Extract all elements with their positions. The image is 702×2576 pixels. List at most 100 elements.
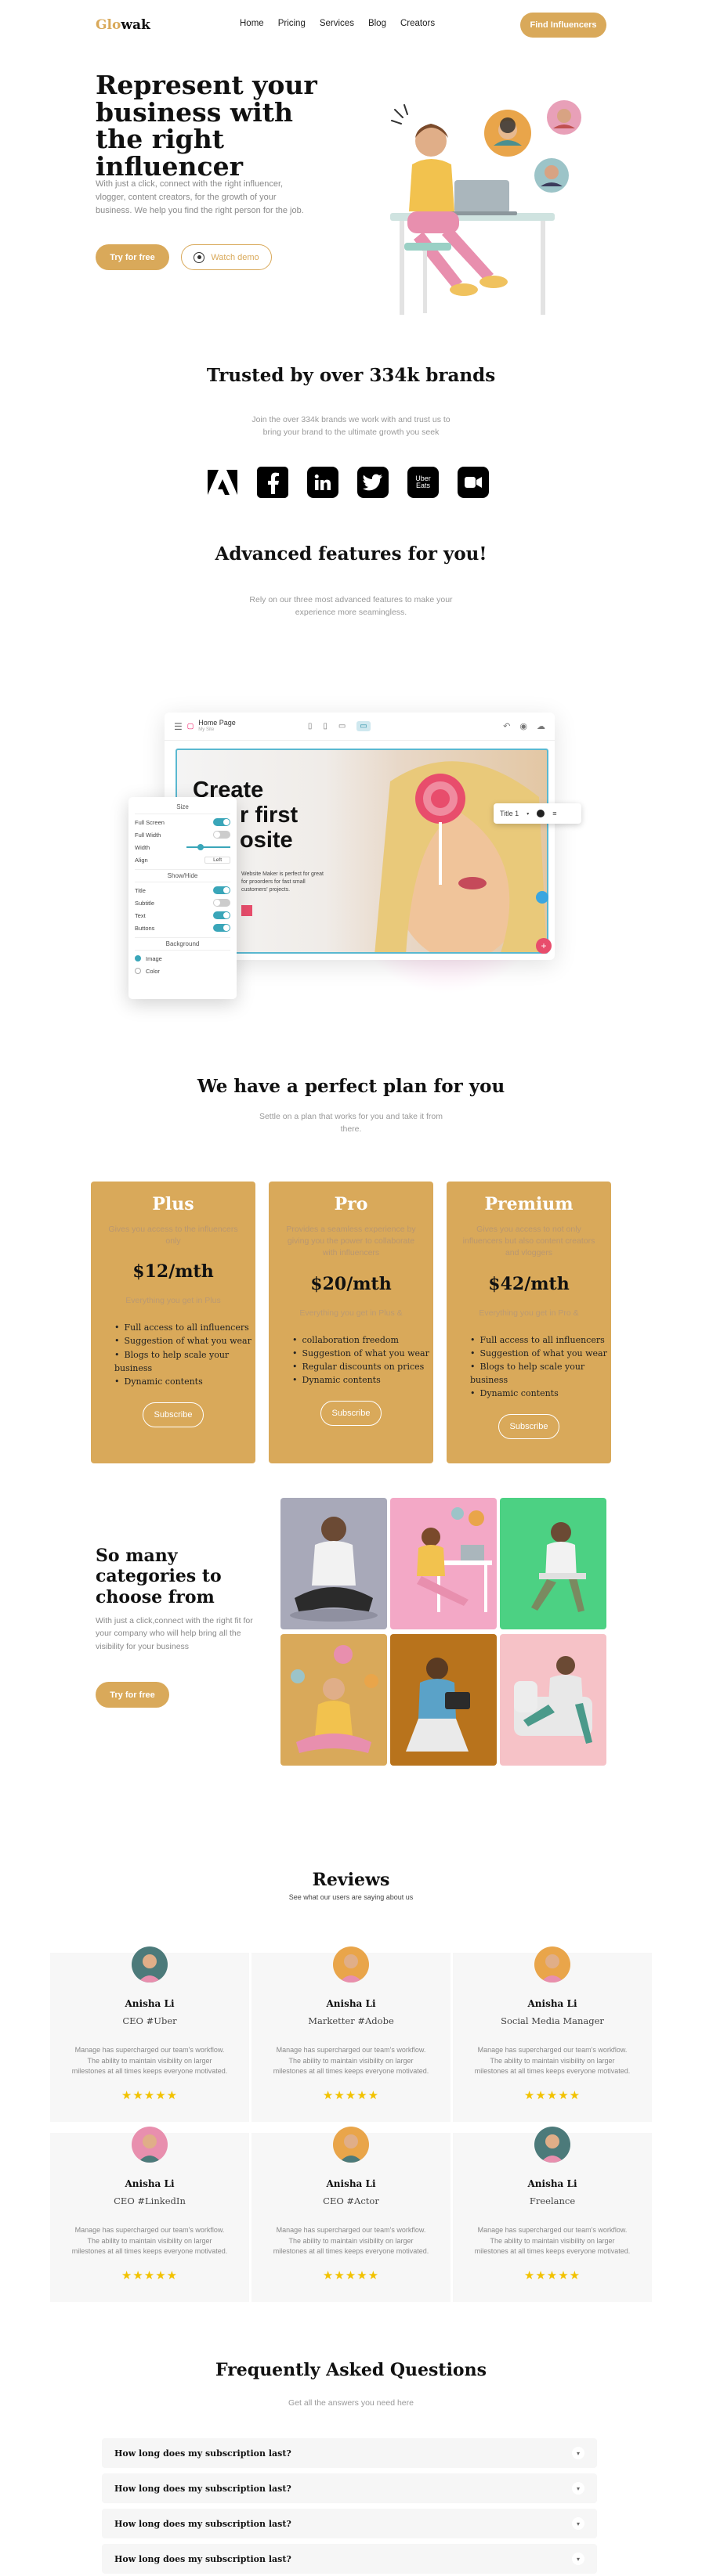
text-toggle[interactable] (213, 911, 230, 919)
cloud-icon[interactable]: ☁ (537, 721, 545, 731)
faq-question: How long does my subscription last? (114, 2518, 291, 2529)
faq-item[interactable]: How long does my subscription last? ▾ (102, 2509, 597, 2538)
chevron-down-icon[interactable]: ▾ (526, 811, 529, 817)
category-tile-yoga[interactable] (280, 1634, 387, 1766)
fullscreen-toggle[interactable] (213, 818, 230, 826)
panel-row-title: Title (135, 886, 146, 894)
plan-card-premium: Premium Gives you access to not only inf… (447, 1182, 611, 1463)
categories-title: So many categories to choose from (96, 1546, 222, 1607)
plan-price: $20/mth (310, 1273, 392, 1294)
reviews-title: Reviews (312, 1870, 390, 1890)
logo-accent: Glo (96, 17, 121, 33)
features-sub-line2: experience more seamingless. (295, 608, 407, 618)
mobile-view-icon[interactable]: ▯ (308, 722, 313, 731)
category-tile-tablet[interactable] (390, 1634, 497, 1766)
panel-row-subtitle: Subtitle (135, 899, 155, 907)
plan-price: $12/mth (132, 1261, 214, 1283)
width-slider[interactable] (186, 844, 230, 850)
subscribe-button[interactable]: Subscribe (498, 1413, 559, 1439)
panel-size-head: Size (135, 803, 230, 814)
faq-item[interactable]: How long does my subscription last? ▾ (102, 2438, 597, 2468)
hero-description: With just a click, connect with the righ… (96, 179, 304, 216)
subtitle-toggle[interactable] (213, 899, 230, 907)
color-swatch[interactable] (537, 810, 545, 817)
star-rating: ★★★★★ (121, 2087, 179, 2102)
subscribe-button[interactable]: Subscribe (320, 1400, 382, 1426)
plan-card-plus: Plus Gives you access to the influencers… (91, 1182, 255, 1463)
bg-color-label: Color (146, 967, 160, 975)
hero-try-free-button[interactable]: Try for free (96, 244, 169, 270)
faq-subtitle: Get all the answers you need here (288, 2398, 414, 2408)
star-rating: ★★★★★ (121, 2268, 179, 2282)
mock-page-sub: My Site (198, 727, 215, 733)
plan-feature: Dynamic contents (292, 1373, 433, 1387)
undo-icon[interactable]: ↶ (503, 721, 510, 731)
features-subtitle: Rely on our three most advanced features… (0, 593, 702, 619)
category-tile-sofa[interactable] (500, 1634, 606, 1766)
menu-icon[interactable]: ☰ (174, 721, 183, 732)
categories-try-free-button[interactable]: Try for free (96, 1682, 169, 1708)
chevron-down-icon[interactable]: ▾ (572, 2517, 584, 2530)
nav-services[interactable]: Services (320, 19, 354, 28)
desktop-view-icon[interactable]: ▭ (356, 721, 371, 731)
avatar (333, 2127, 369, 2163)
plan-feature: Full access to all influencers (470, 1333, 611, 1347)
review-name: Anisha Li (527, 1998, 577, 2009)
panel-row-buttons: Buttons (135, 924, 155, 932)
chevron-down-icon[interactable]: ▾ (572, 2482, 584, 2495)
review-name: Anisha Li (326, 1998, 376, 2009)
review-text: Manage has supercharged our team's workf… (474, 2226, 631, 2255)
edit-fab[interactable] (536, 891, 548, 904)
plan-feature: Full access to all influencers (114, 1321, 255, 1334)
nav-blog[interactable]: Blog (368, 19, 386, 28)
review-card: Anisha Li Marketter #Adobe Manage has su… (251, 1946, 451, 2122)
color-radio[interactable] (135, 968, 141, 974)
image-radio[interactable] (135, 955, 141, 961)
align-select[interactable]: Left (204, 856, 230, 864)
nav-creators[interactable]: Creators (400, 19, 435, 28)
plan-feature: Suggestion of what you wear (114, 1334, 255, 1348)
category-tile-meditation[interactable] (280, 1498, 387, 1629)
category-tile-desk[interactable] (390, 1498, 497, 1629)
hero-title: Represent your business with the right i… (96, 70, 317, 182)
faq-item[interactable]: How long does my subscription last? ▾ (102, 2473, 597, 2503)
find-influencers-button[interactable]: Find Influencers (520, 13, 606, 38)
title-toggle[interactable] (213, 886, 230, 894)
linkedin-logo (307, 467, 338, 498)
panel-background-head: Background (135, 937, 230, 951)
features-sub-line1: Rely on our three most advanced features… (249, 595, 453, 604)
star-rating: ★★★★★ (322, 2268, 380, 2282)
brand-logos: Uber Eats (207, 467, 489, 498)
fullwidth-toggle[interactable] (213, 831, 230, 839)
add-fab[interactable]: + (536, 938, 552, 954)
mock-cta-button[interactable] (241, 905, 252, 916)
mock-body-text: Website Maker is perfect for great for p… (241, 871, 324, 893)
faq-item[interactable]: How long does my subscription last? ▾ (102, 2544, 597, 2574)
subscribe-button[interactable]: Subscribe (143, 1402, 204, 1427)
chevron-down-icon[interactable]: ▾ (572, 2447, 584, 2459)
plan-features: collaboration freedom Suggestion of what… (292, 1333, 433, 1387)
plan-description: Provides a seamless experience by giving… (286, 1225, 416, 1258)
settings-panel: Size Full Screen Full Width Width Align L… (128, 797, 237, 999)
laptop-view-icon[interactable]: ▭ (338, 722, 346, 731)
plan-feature: Blogs to help scale your business (114, 1348, 255, 1375)
hero-illustration (376, 94, 592, 326)
star-rating: ★★★★★ (523, 2087, 581, 2102)
trusted-title: Trusted by over 334k brands (206, 365, 496, 386)
align-icon[interactable]: ≡ (552, 810, 556, 817)
tablet-view-icon[interactable]: ▯ (323, 722, 327, 731)
trusted-sub-line2: bring your brand to the ultimate growth … (262, 428, 440, 438)
category-tile-chair[interactable] (500, 1498, 606, 1629)
preview-eye-icon[interactable]: ◉ (519, 721, 527, 731)
review-text: Manage has supercharged our team's workf… (273, 2226, 429, 2255)
nav-home[interactable]: Home (240, 19, 264, 28)
logo[interactable]: Glowak (96, 17, 150, 33)
mock-page-title[interactable]: Home Page (198, 719, 236, 727)
buttons-toggle[interactable] (213, 924, 230, 932)
nav-pricing[interactable]: Pricing (278, 19, 306, 28)
bg-image-label: Image (146, 954, 162, 962)
watch-demo-button[interactable]: Watch demo (181, 244, 272, 270)
title-style-select[interactable]: Title 1 (500, 810, 519, 817)
review-text: Manage has supercharged our team's workf… (273, 2046, 429, 2075)
chevron-down-icon[interactable]: ▾ (572, 2553, 584, 2565)
